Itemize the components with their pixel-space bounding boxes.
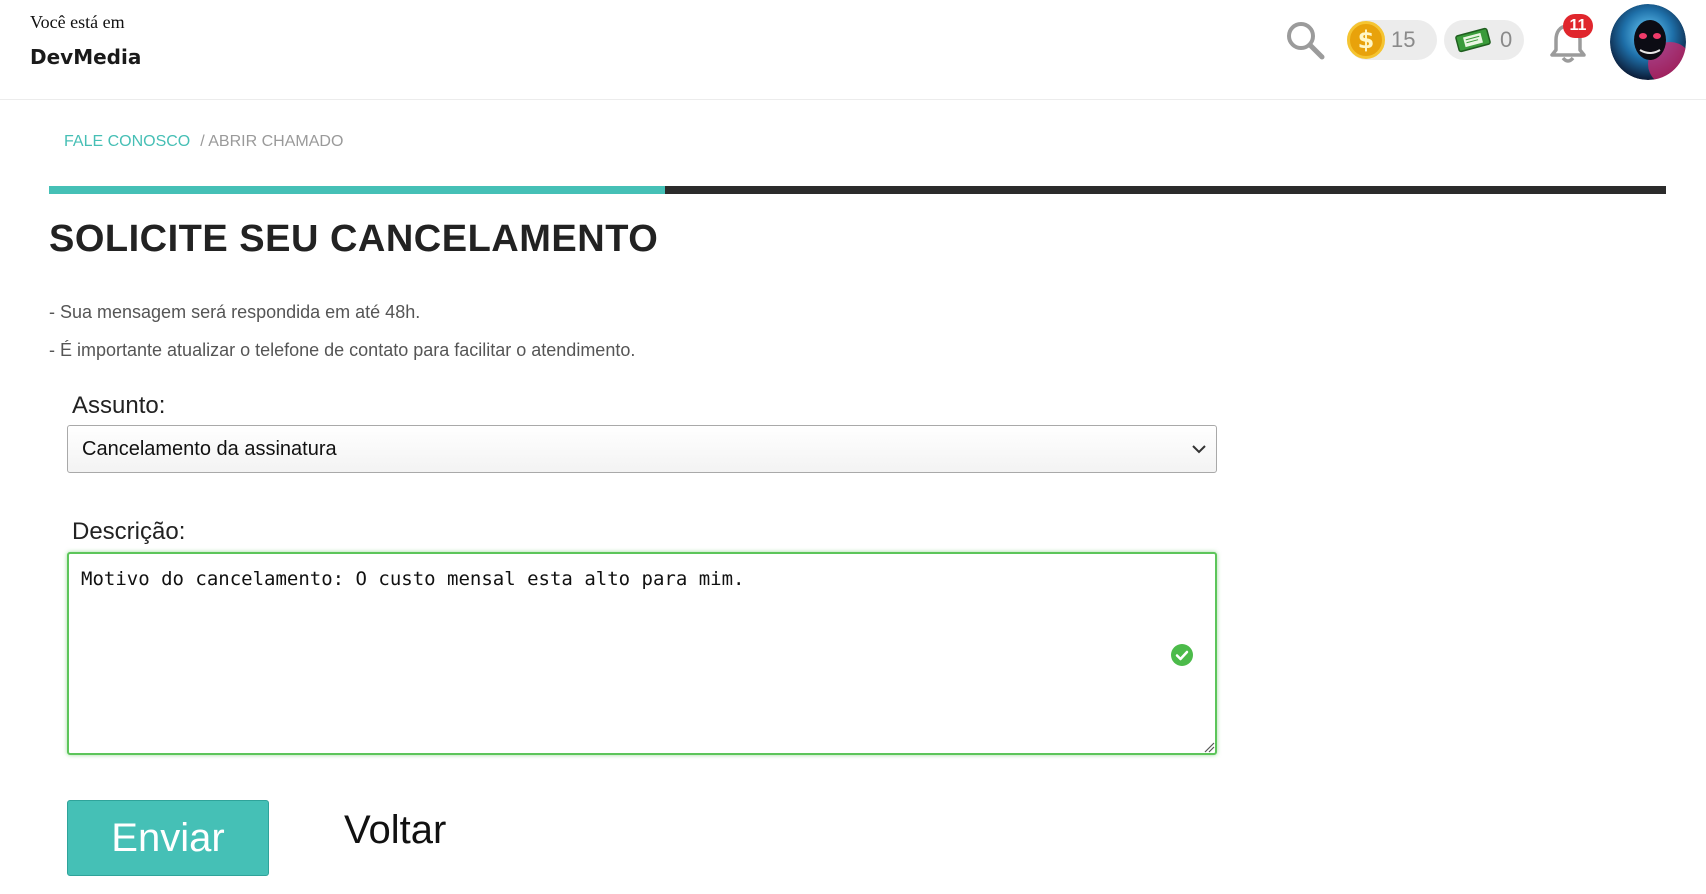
description-label: Descrição: <box>72 518 186 545</box>
progress-fill <box>49 186 666 194</box>
description-textarea[interactable]: Motivo do cancelamento: O custo mensal e… <box>67 552 1217 755</box>
tickets-counter[interactable]: 0 <box>1444 20 1524 60</box>
progress-bar <box>49 186 1666 194</box>
brand-prefix: Você está em <box>30 12 125 32</box>
chevron-down-icon <box>1192 445 1206 454</box>
breadcrumb: FALE CONOSCO / ABRIR CHAMADO <box>64 133 343 151</box>
ticket-icon <box>1455 27 1491 53</box>
resize-handle-icon[interactable] <box>1203 741 1215 753</box>
brand-logo[interactable]: DevMedia <box>30 45 141 69</box>
tickets-value: 0 <box>1500 27 1513 52</box>
back-button[interactable]: Voltar <box>344 808 446 853</box>
coins-value: 15 <box>1391 27 1416 52</box>
subject-select[interactable]: Cancelamento da assinatura <box>67 425 1217 473</box>
subject-selected-value: Cancelamento da assinatura <box>82 437 337 460</box>
breadcrumb-current: / ABRIR CHAMADO <box>200 133 344 150</box>
subject-label: Assunto: <box>72 392 166 419</box>
search-icon[interactable] <box>1283 18 1327 62</box>
breadcrumb-fale-conosco[interactable]: FALE CONOSCO <box>64 133 190 150</box>
page-title: SOLICITE SEU CANCELAMENTO <box>49 218 659 260</box>
check-circle-icon <box>1171 644 1193 666</box>
info-note-update-phone: - É importante atualizar o telefone de c… <box>49 340 636 360</box>
notification-badge: 11 <box>1563 14 1593 38</box>
info-note-response-time: - Sua mensagem será respondida em até 48… <box>49 302 421 322</box>
coins-counter[interactable]: $ 15 <box>1347 20 1437 60</box>
top-header: Você está em DevMedia $ 15 0 11 <box>0 0 1706 100</box>
send-button[interactable]: Enviar <box>67 800 269 876</box>
avatar[interactable] <box>1610 4 1686 80</box>
coin-icon: $ <box>1347 21 1385 59</box>
